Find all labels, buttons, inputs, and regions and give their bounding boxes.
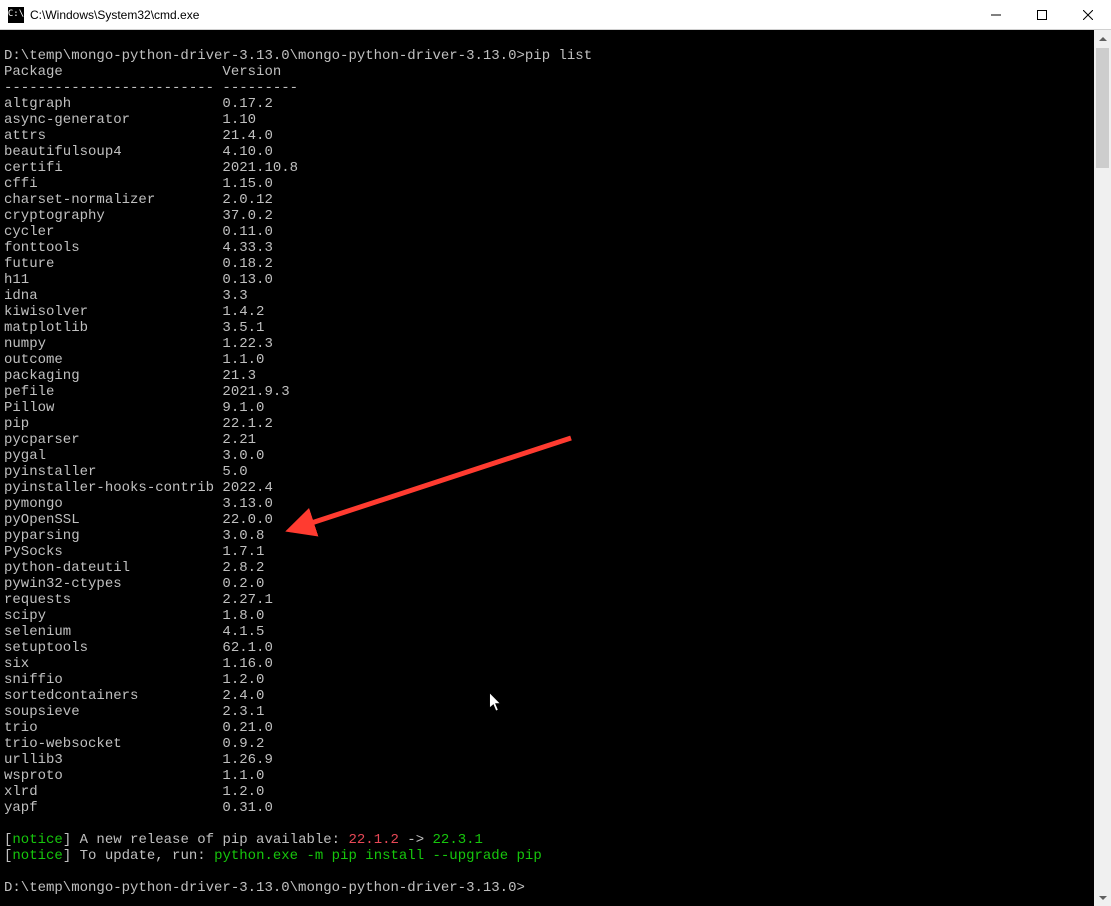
title-left: C:\ C:\Windows\System32\cmd.exe	[0, 7, 973, 23]
terminal-line: pycparser 2.21	[4, 432, 1094, 448]
terminal-line: async-generator 1.10	[4, 112, 1094, 128]
terminal[interactable]: D:\temp\mongo-python-driver-3.13.0\mongo…	[0, 30, 1094, 906]
terminal-line: cffi 1.15.0	[4, 176, 1094, 192]
terminal-wrap: D:\temp\mongo-python-driver-3.13.0\mongo…	[0, 30, 1111, 906]
scroll-down-icon[interactable]	[1094, 889, 1111, 906]
terminal-line: pyOpenSSL 22.0.0	[4, 512, 1094, 528]
terminal-line: sniffio 1.2.0	[4, 672, 1094, 688]
terminal-line: pefile 2021.9.3	[4, 384, 1094, 400]
terminal-line: kiwisolver 1.4.2	[4, 304, 1094, 320]
terminal-line: pyinstaller 5.0	[4, 464, 1094, 480]
terminal-line: [notice] A new release of pip available:…	[4, 832, 1094, 848]
terminal-line: trio-websocket 0.9.2	[4, 736, 1094, 752]
window-controls	[973, 0, 1111, 29]
terminal-line: trio 0.21.0	[4, 720, 1094, 736]
terminal-line: selenium 4.1.5	[4, 624, 1094, 640]
minimize-button[interactable]	[973, 0, 1019, 29]
terminal-line: setuptools 62.1.0	[4, 640, 1094, 656]
terminal-line: scipy 1.8.0	[4, 608, 1094, 624]
cmd-window: C:\ C:\Windows\System32\cmd.exe D:\temp\…	[0, 0, 1111, 906]
terminal-line: numpy 1.22.3	[4, 336, 1094, 352]
terminal-line: six 1.16.0	[4, 656, 1094, 672]
terminal-line: packaging 21.3	[4, 368, 1094, 384]
terminal-line: pymongo 3.13.0	[4, 496, 1094, 512]
scrollbar[interactable]	[1094, 30, 1111, 906]
terminal-line: altgraph 0.17.2	[4, 96, 1094, 112]
terminal-line: cryptography 37.0.2	[4, 208, 1094, 224]
terminal-line: D:\temp\mongo-python-driver-3.13.0\mongo…	[4, 48, 1094, 64]
terminal-line: Package Version	[4, 64, 1094, 80]
terminal-line: requests 2.27.1	[4, 592, 1094, 608]
terminal-line: python-dateutil 2.8.2	[4, 560, 1094, 576]
terminal-line: h11 0.13.0	[4, 272, 1094, 288]
terminal-line: pyparsing 3.0.8	[4, 528, 1094, 544]
terminal-line: sortedcontainers 2.4.0	[4, 688, 1094, 704]
terminal-line: beautifulsoup4 4.10.0	[4, 144, 1094, 160]
terminal-line: Pillow 9.1.0	[4, 400, 1094, 416]
titlebar[interactable]: C:\ C:\Windows\System32\cmd.exe	[0, 0, 1111, 30]
terminal-line: wsproto 1.1.0	[4, 768, 1094, 784]
terminal-line: soupsieve 2.3.1	[4, 704, 1094, 720]
terminal-line: ------------------------- ---------	[4, 80, 1094, 96]
terminal-line: idna 3.3	[4, 288, 1094, 304]
terminal-line: yapf 0.31.0	[4, 800, 1094, 816]
maximize-button[interactable]	[1019, 0, 1065, 29]
terminal-line: matplotlib 3.5.1	[4, 320, 1094, 336]
terminal-line: xlrd 1.2.0	[4, 784, 1094, 800]
scroll-thumb[interactable]	[1096, 48, 1109, 168]
terminal-line: pygal 3.0.0	[4, 448, 1094, 464]
terminal-line: cycler 0.11.0	[4, 224, 1094, 240]
terminal-line: D:\temp\mongo-python-driver-3.13.0\mongo…	[4, 880, 1094, 896]
terminal-blank-line	[4, 816, 1094, 832]
terminal-line: PySocks 1.7.1	[4, 544, 1094, 560]
cmd-icon: C:\	[8, 7, 24, 23]
terminal-line: fonttools 4.33.3	[4, 240, 1094, 256]
terminal-line: attrs 21.4.0	[4, 128, 1094, 144]
window-title: C:\Windows\System32\cmd.exe	[30, 8, 199, 22]
scroll-up-icon[interactable]	[1094, 30, 1111, 47]
terminal-line: [notice] To update, run: python.exe -m p…	[4, 848, 1094, 864]
terminal-line: urllib3 1.26.9	[4, 752, 1094, 768]
terminal-blank-line	[4, 32, 1094, 48]
terminal-line: certifi 2021.10.8	[4, 160, 1094, 176]
terminal-line: outcome 1.1.0	[4, 352, 1094, 368]
terminal-line: charset-normalizer 2.0.12	[4, 192, 1094, 208]
close-button[interactable]	[1065, 0, 1111, 29]
terminal-line: pywin32-ctypes 0.2.0	[4, 576, 1094, 592]
terminal-line: pyinstaller-hooks-contrib 2022.4	[4, 480, 1094, 496]
terminal-blank-line	[4, 864, 1094, 880]
terminal-line: pip 22.1.2	[4, 416, 1094, 432]
terminal-line: future 0.18.2	[4, 256, 1094, 272]
